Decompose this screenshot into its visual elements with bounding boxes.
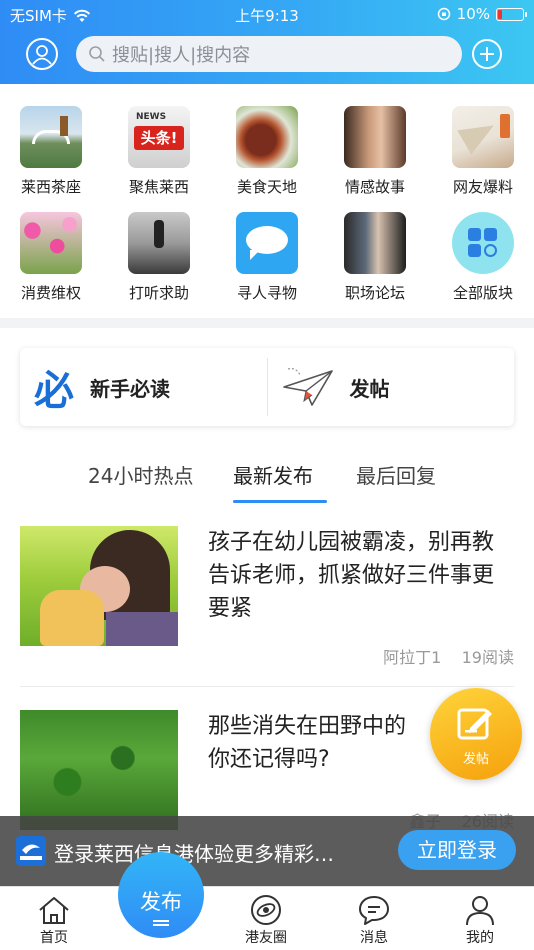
add-button[interactable]: [472, 39, 502, 69]
tab-24h-hot[interactable]: 24小时热点: [88, 460, 193, 489]
pavilion-photo: [20, 106, 82, 168]
tab-home-label: 首页: [40, 930, 68, 946]
post-button[interactable]: 发帖: [268, 348, 515, 426]
category-item[interactable]: 美食天地: [222, 106, 312, 197]
message-icon: [359, 896, 389, 925]
office-people-photo: [344, 212, 406, 274]
news-headline-icon: 头条! NEWS: [128, 106, 190, 168]
category-item[interactable]: 网友爆料: [438, 106, 528, 197]
grid-icon: [452, 212, 514, 274]
floating-post-button[interactable]: 发帖: [430, 688, 522, 780]
section-divider: [0, 318, 534, 328]
category-item[interactable]: 情感故事: [330, 106, 420, 197]
app-logo-icon: [16, 836, 46, 866]
list-item[interactable]: 孩子在幼儿园被霸凌，别再教告诉老师，抓紧做好三件事更要紧 阿拉丁1 19阅读: [20, 526, 514, 668]
must-read-icon: 必: [34, 368, 74, 414]
tab-home[interactable]: 首页: [14, 893, 94, 947]
tab-last-reply[interactable]: 最后回复: [356, 460, 436, 489]
article-reads: 19阅读: [461, 648, 514, 667]
planet-icon: [251, 895, 281, 925]
tab-messages[interactable]: 消息: [334, 893, 414, 947]
speech-bubble-icon: [236, 212, 298, 274]
tab-circle-label: 港友圈: [245, 930, 287, 946]
tab-latest[interactable]: 最新发布: [233, 460, 313, 489]
article-thumbnail: [20, 710, 178, 830]
tab-mine-label: 我的: [466, 930, 494, 946]
top-header: 无SIM卡 上午9:13 10% 搜贴|搜人|搜内容: [0, 0, 534, 84]
profile-avatar-button[interactable]: [26, 38, 58, 70]
post-label: 发帖: [349, 376, 390, 401]
newbie-guide-button[interactable]: 必 新手必读: [20, 348, 267, 426]
paper-plane-icon: [282, 368, 333, 406]
floating-post-label: 发帖: [462, 752, 489, 767]
crowd-photo: [128, 212, 190, 274]
user-icon: [32, 45, 52, 65]
category-item[interactable]: 头条! NEWS 聚焦莱西: [114, 106, 204, 197]
steak-photo: [236, 106, 298, 168]
bottom-tab-bar: 首页 港友圈 消息 我的: [0, 886, 534, 950]
category-item[interactable]: 全部版块: [438, 212, 528, 303]
login-banner-text: 登录莱西信息港体验更多精彩…: [54, 842, 334, 866]
active-tab-indicator: [233, 500, 327, 503]
article-title: 孩子在幼儿园被霸凌，别再教告诉老师，抓紧做好三件事更要紧: [208, 530, 495, 621]
category-item[interactable]: 寻人寻物: [222, 212, 312, 303]
article-thumbnail: [20, 526, 178, 646]
battery-icon: [496, 7, 527, 21]
login-now-button[interactable]: 立即登录: [398, 830, 516, 870]
article-meta: 阿拉丁1 19阅读: [383, 644, 514, 668]
couple-photo: [344, 106, 406, 168]
quick-links-card: 必 新手必读 发帖: [20, 348, 514, 426]
home-icon: [39, 897, 69, 924]
person-icon: [466, 896, 494, 926]
category-item[interactable]: 消费维权: [6, 212, 96, 303]
publish-label: 发布: [140, 890, 182, 914]
megaphone-photo: [452, 106, 514, 168]
tab-mine[interactable]: 我的: [440, 893, 520, 947]
search-input[interactable]: 搜贴|搜人|搜内容: [76, 36, 462, 72]
flowers-photo: [20, 212, 82, 274]
search-placeholder: 搜贴|搜人|搜内容: [112, 45, 251, 66]
category-item[interactable]: 打听求助: [114, 212, 204, 303]
tab-messages-label: 消息: [360, 930, 388, 946]
search-icon: [89, 46, 105, 62]
category-item[interactable]: 职场论坛: [330, 212, 420, 303]
status-bar: 无SIM卡 上午9:13 10%: [0, 0, 534, 30]
category-item[interactable]: 莱西茶座: [6, 106, 96, 197]
newbie-guide-label: 新手必读: [90, 376, 170, 401]
tab-circle[interactable]: 港友圈: [226, 893, 306, 947]
login-banner: 登录莱西信息港体验更多精彩… 立即登录: [0, 816, 534, 886]
article-author: 阿拉丁1: [383, 648, 442, 667]
orientation-lock-icon: [437, 7, 450, 21]
edit-icon: [457, 708, 492, 740]
feed-tabs: 24小时热点 最新发布 最后回复: [0, 460, 534, 504]
publish-button[interactable]: 发布: [118, 852, 204, 938]
battery-percent: 10%: [456, 5, 490, 23]
